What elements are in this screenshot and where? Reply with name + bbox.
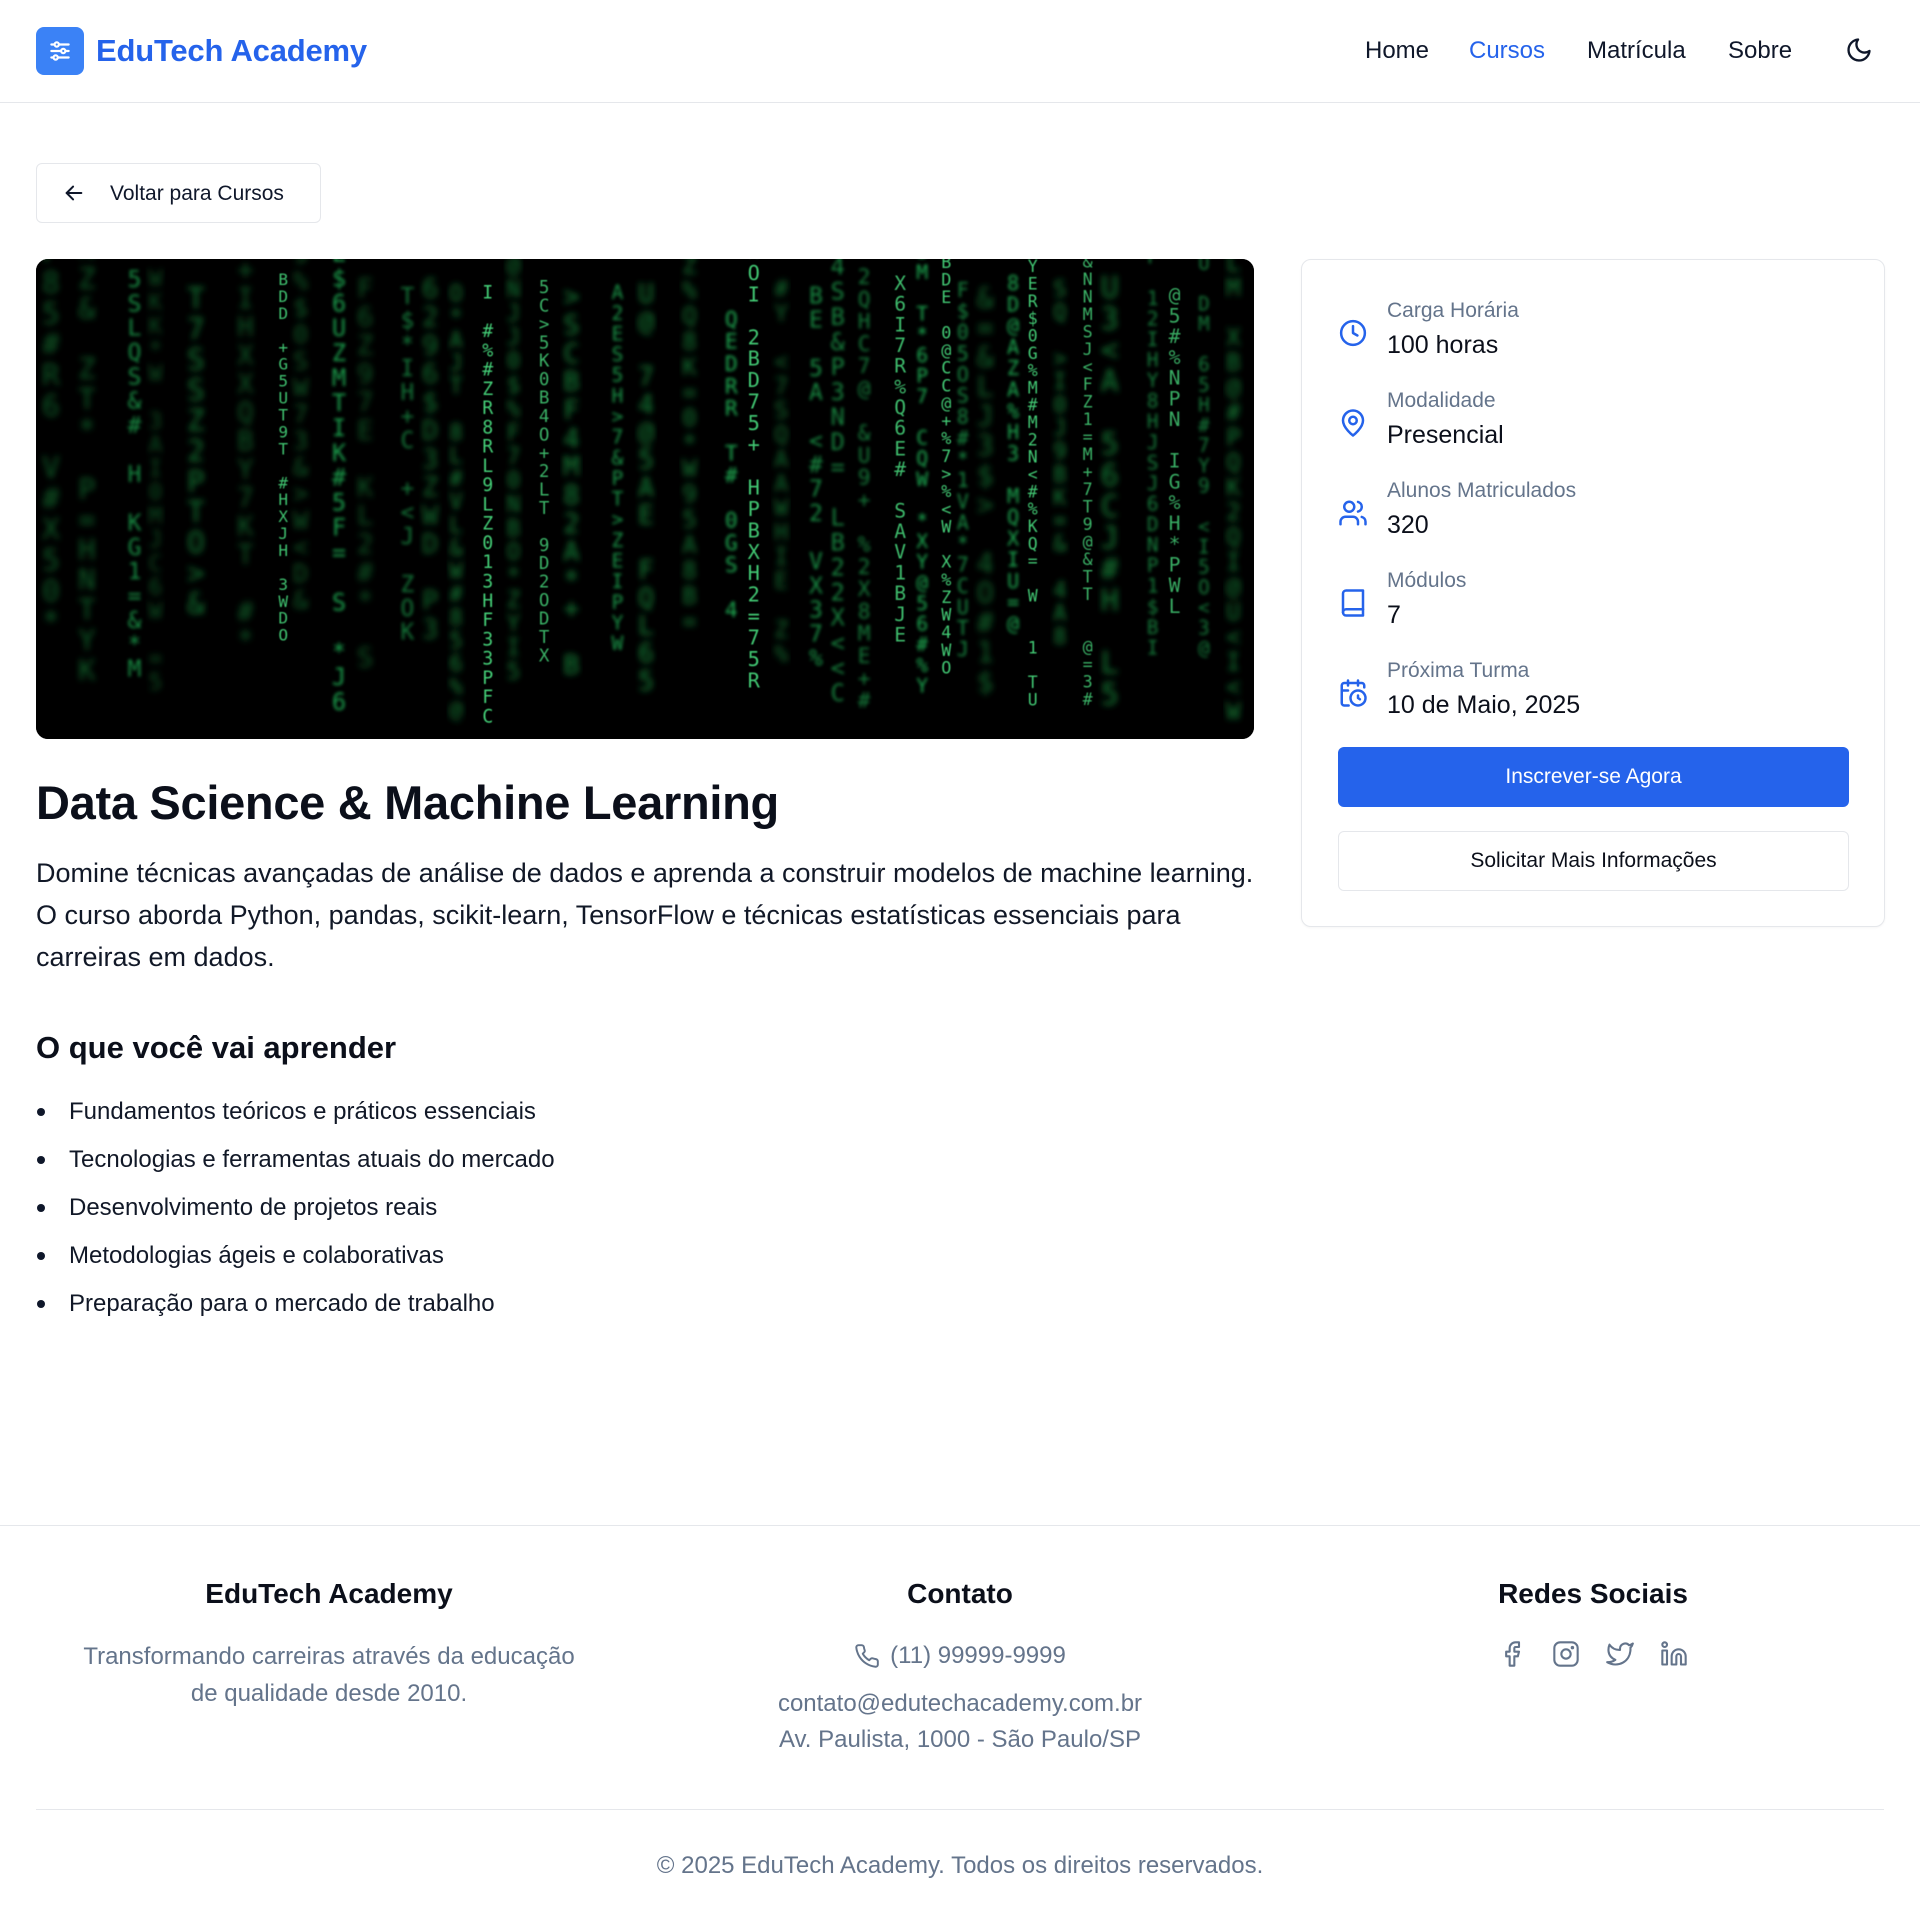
list-item: Tecnologias e ferramentas atuais do merc… (36, 1136, 555, 1184)
course-description: Domine técnicas avançadas de análise de … (36, 858, 1254, 972)
info-value: 100 horas (1387, 331, 1499, 359)
info-value: 10 de Maio, 2025 (1387, 691, 1581, 719)
theme-toggle-button[interactable] (1843, 34, 1875, 66)
footer-contact-title: Contato (907, 1578, 1013, 1609)
moon-icon (1847, 38, 1871, 62)
list-item: Preparação para o mercado de trabalho (36, 1280, 555, 1328)
nav-sobre[interactable]: Sobre (1728, 33, 1792, 69)
site-footer: EduTech Academy Transformando carreiras … (0, 1525, 1920, 1929)
enroll-now-button[interactable]: Inscrever-se Agora (1338, 747, 1849, 807)
footer-divider (36, 1809, 1884, 1810)
info-value: 7 (1387, 601, 1401, 629)
brand-name[interactable]: EduTech Academy (96, 29, 367, 73)
course-title: Data Science & Machine Learning (36, 776, 779, 829)
map-pin-icon (1341, 409, 1365, 437)
info-value: 320 (1387, 511, 1429, 539)
back-to-courses-button[interactable]: Voltar para Cursos (36, 163, 321, 223)
nav-cursos[interactable]: Cursos (1469, 33, 1545, 69)
twitter-icon[interactable] (1606, 1640, 1634, 1668)
learn-item-label: Tecnologias e ferramentas atuais do merc… (69, 1146, 555, 1173)
footer-email[interactable]: contato@edutechacademy.com.br (660, 1686, 1260, 1722)
users-icon (1339, 500, 1367, 526)
learn-item-label: Fundamentos teóricos e práticos essencia… (69, 1098, 536, 1125)
list-item: Fundamentos teóricos e práticos essencia… (36, 1088, 555, 1136)
info-label: Alunos Matriculados (1387, 479, 1577, 502)
site-header: EduTech Academy Home Cursos Matrícula So… (0, 0, 1920, 103)
footer-contact: Contato (11) 99999-9999 contato@edutecha… (660, 1574, 1260, 1758)
info-label: Carga Horária (1387, 299, 1519, 322)
footer-about-text: Transformando carreiras através da educa… (83, 1643, 575, 1707)
bullet-icon (37, 1300, 45, 1308)
info-label: Modalidade (1387, 389, 1496, 412)
bullet-icon (37, 1108, 45, 1116)
learn-item-label: Preparação para o mercado de trabalho (69, 1290, 495, 1317)
calendar-clock-icon (1340, 679, 1367, 707)
bullet-icon (37, 1156, 45, 1164)
learn-item-label: Metodologias ágeis e colaborativas (69, 1242, 444, 1269)
info-label: Próxima Turma (1387, 659, 1530, 682)
course-hero-image: P85#R6V#X50*NZ&ZT*P=HNTYK5SLQS&#HKG1=&*M… (36, 259, 1254, 739)
facebook-icon[interactable] (1498, 1640, 1526, 1668)
learn-list: Fundamentos teóricos e práticos essencia… (36, 1088, 555, 1328)
social-links (1293, 1640, 1893, 1668)
book-icon (1341, 589, 1365, 617)
request-info-button[interactable]: Solicitar Mais Informações (1338, 831, 1849, 891)
bullet-icon (37, 1204, 45, 1212)
clock-icon (1339, 319, 1367, 347)
footer-social-title: Redes Sociais (1498, 1578, 1688, 1609)
info-label: Módulos (1387, 569, 1467, 592)
nav-matricula[interactable]: Matrícula (1587, 33, 1686, 69)
footer-phone[interactable]: (11) 99999-9999 (660, 1638, 1260, 1674)
footer-social: Redes Sociais (1293, 1574, 1893, 1668)
logo-icon[interactable] (36, 27, 84, 75)
instagram-icon[interactable] (1552, 1640, 1580, 1668)
sliders-icon (50, 41, 70, 61)
list-item: Metodologias ágeis e colaborativas (36, 1232, 555, 1280)
info-value: Presencial (1387, 421, 1504, 449)
linkedin-icon[interactable] (1660, 1640, 1688, 1668)
arrow-left-icon (65, 185, 83, 201)
learn-section-title: O que você vai aprender (36, 1030, 397, 1065)
list-item: Desenvolvimento de projetos reais (36, 1184, 555, 1232)
info-row-workload: Carga Horária 100 horas (1338, 298, 1838, 362)
bullet-icon (37, 1252, 45, 1260)
learn-item-label: Desenvolvimento de projetos reais (69, 1194, 438, 1221)
copyright-text: © 2025 EduTech Academy. Todos os direito… (656, 1852, 1264, 1879)
footer-about-title: EduTech Academy (205, 1578, 453, 1609)
phone-icon (855, 1644, 879, 1668)
info-row-next-class: Próxima Turma 10 de Maio, 2025 (1338, 658, 1838, 722)
info-row-modules: Módulos 7 (1338, 568, 1838, 632)
info-row-students: Alunos Matriculados 320 (1338, 478, 1838, 542)
info-row-modality: Modalidade Presencial (1338, 388, 1838, 452)
nav-home[interactable]: Home (1365, 33, 1429, 69)
footer-address: Av. Paulista, 1000 - São Paulo/SP (778, 1726, 1141, 1753)
footer-phone-number: (11) 99999-9999 (890, 1642, 1066, 1669)
course-info-card: Carga Horária 100 horas Modalidade Prese… (1301, 259, 1885, 927)
back-button-label: Voltar para Cursos (110, 182, 284, 205)
matrix-green-code-image: P85#R6V#X50*NZ&ZT*P=HNTYK5SLQS&#HKG1=&*M… (36, 259, 1254, 739)
footer-about: EduTech Academy Transformando carreiras … (29, 1574, 629, 1712)
